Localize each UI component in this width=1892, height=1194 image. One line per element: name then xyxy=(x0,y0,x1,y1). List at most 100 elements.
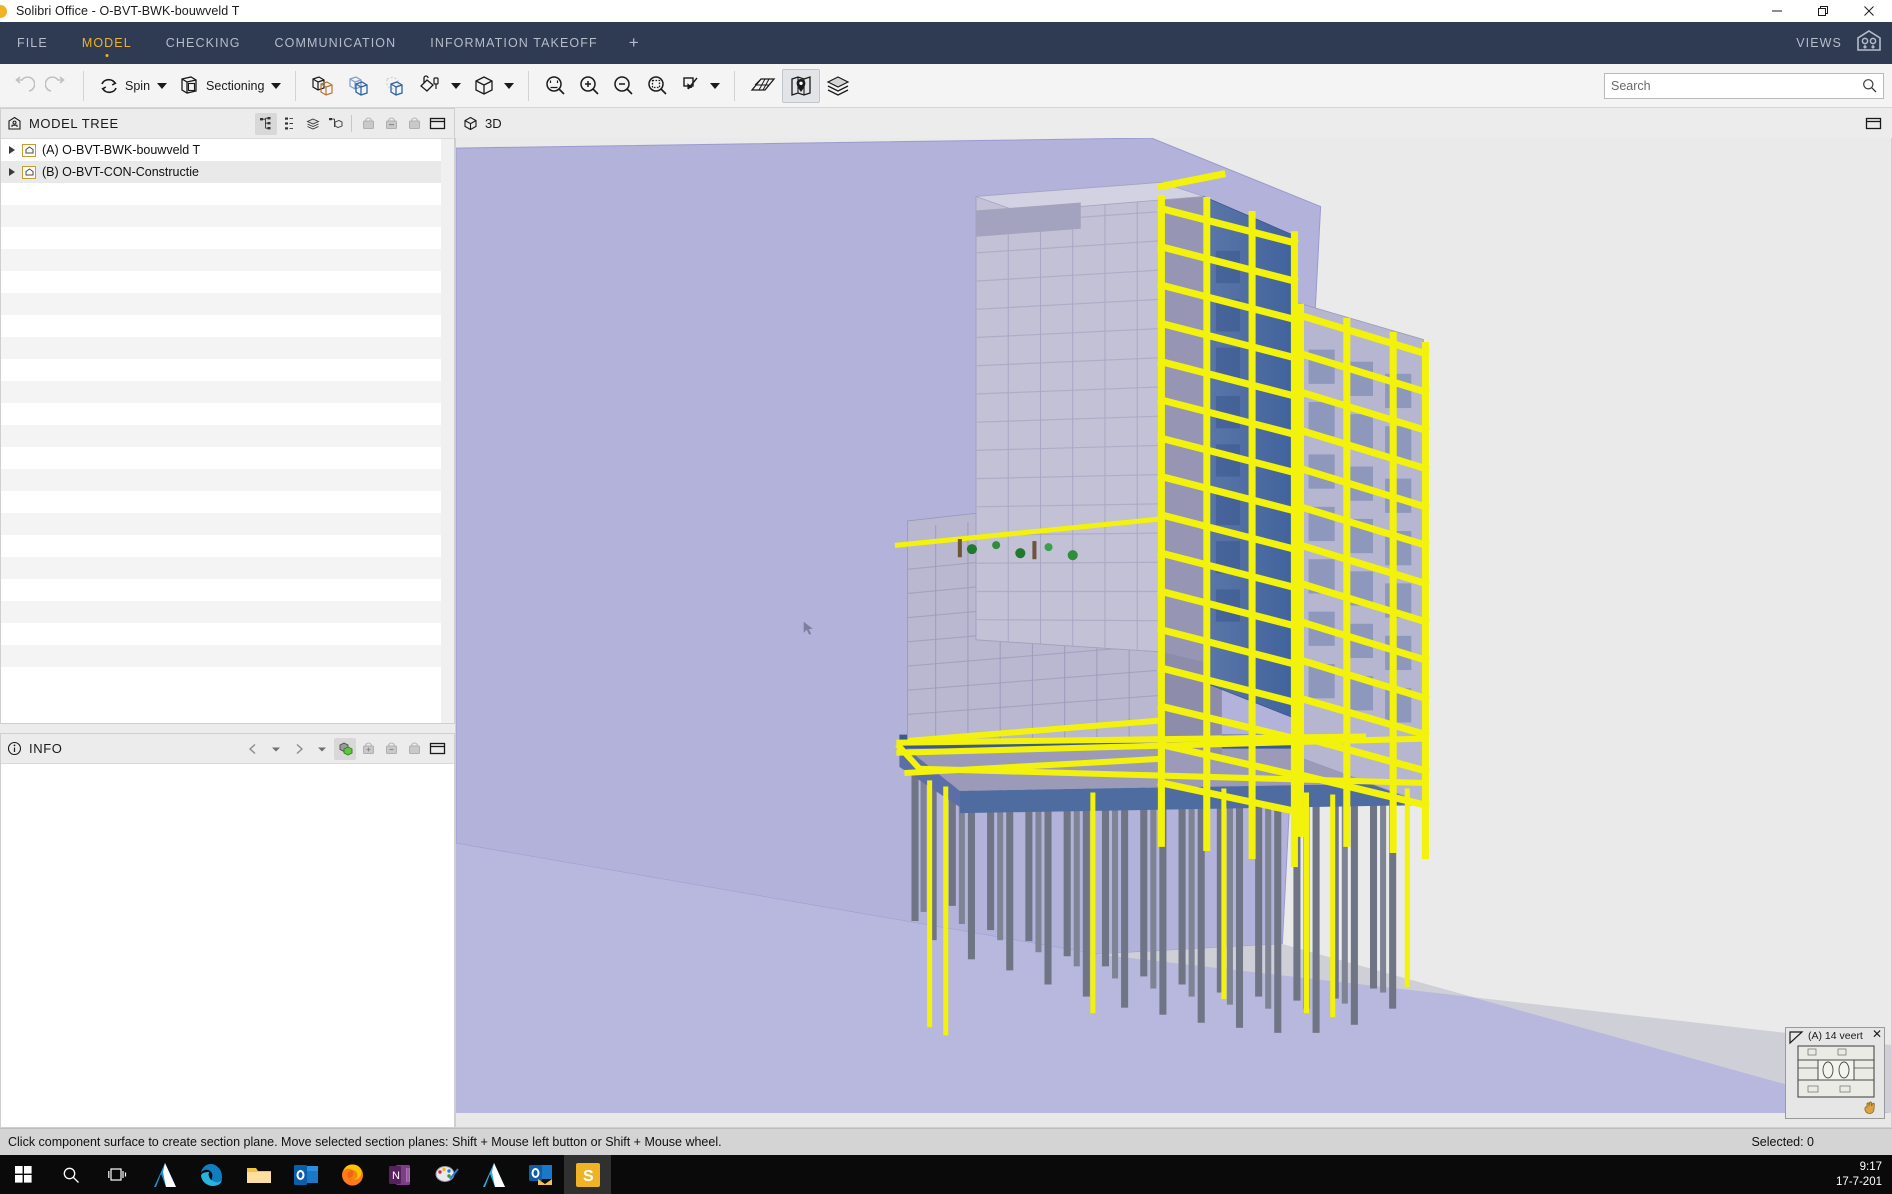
detach-panel-icon[interactable] xyxy=(1862,112,1884,134)
system-clock[interactable]: 9:17 17-7-201 xyxy=(1836,1160,1882,1190)
3d-viewport[interactable]: (A) 14 veert ✕ xyxy=(455,138,1892,1128)
model-tree-list[interactable]: (A) O-BVT-BWK-bouwveld T (B) O-BVT-CON-C… xyxy=(1,139,454,723)
chevron-down-icon[interactable] xyxy=(451,82,462,89)
minimize-button[interactable] xyxy=(1754,0,1800,22)
restore-button[interactable] xyxy=(1800,0,1846,22)
chevron-down-icon[interactable] xyxy=(504,82,515,89)
basket-remove-icon[interactable] xyxy=(380,113,402,135)
floorplan-thumbnail[interactable]: (A) 14 veert ✕ xyxy=(1785,1027,1885,1119)
redo-button[interactable] xyxy=(40,69,74,103)
close-button[interactable] xyxy=(1846,0,1892,22)
tree-row-empty[interactable] xyxy=(1,513,454,535)
previous-icon[interactable] xyxy=(242,738,264,760)
spin-button[interactable]: Spin xyxy=(93,69,172,103)
list-view-icon[interactable] xyxy=(278,113,300,135)
tree-row-empty[interactable] xyxy=(1,601,454,623)
menu-item-model[interactable]: MODEL xyxy=(65,22,149,64)
firefox-icon[interactable] xyxy=(329,1155,376,1194)
next-dropdown-icon[interactable] xyxy=(311,738,333,760)
start-button[interactable] xyxy=(0,1155,47,1194)
zoom-out-icon[interactable] xyxy=(606,69,640,103)
tree-row-empty[interactable] xyxy=(1,623,454,645)
zoom-in-icon[interactable] xyxy=(572,69,606,103)
tree-row-empty[interactable] xyxy=(1,425,454,447)
basket-icon[interactable] xyxy=(403,113,425,135)
basket-icon[interactable] xyxy=(403,738,425,760)
menu-item-communication[interactable]: COMMUNICATION xyxy=(258,22,414,64)
edge-icon[interactable] xyxy=(188,1155,235,1194)
tree-row-empty[interactable] xyxy=(1,491,454,513)
tree-row-empty[interactable] xyxy=(1,469,454,491)
tree-row-empty[interactable] xyxy=(1,183,454,205)
basket-add-icon[interactable] xyxy=(357,738,379,760)
show-only-icon[interactable] xyxy=(377,69,413,103)
tree-row-empty[interactable] xyxy=(1,227,454,249)
chevron-down-icon[interactable] xyxy=(271,82,282,89)
tree-row-empty[interactable] xyxy=(1,205,454,227)
basket-add-icon[interactable] xyxy=(357,113,379,135)
expand-arrow-icon[interactable] xyxy=(9,168,15,176)
revit-icon[interactable] xyxy=(141,1155,188,1194)
tree-row-empty[interactable] xyxy=(1,271,454,293)
zoom-area-icon[interactable] xyxy=(640,69,674,103)
tree-row-empty[interactable] xyxy=(1,249,454,271)
component-view-icon[interactable] xyxy=(324,113,346,135)
pick-component-icon[interactable] xyxy=(674,69,725,103)
tree-row-empty[interactable] xyxy=(1,447,454,469)
add-tab-button[interactable]: + xyxy=(615,22,653,64)
layers-icon[interactable] xyxy=(820,69,856,103)
transparent-components-icon[interactable] xyxy=(305,69,341,103)
tree-row-empty[interactable] xyxy=(1,667,454,689)
tree-row-empty[interactable] xyxy=(1,403,454,425)
detach-panel-icon[interactable] xyxy=(426,738,448,760)
tree-row-empty[interactable] xyxy=(1,337,454,359)
hierarchy-view-icon[interactable] xyxy=(255,112,277,135)
tree-row-empty[interactable] xyxy=(1,579,454,601)
location-marker-icon[interactable] xyxy=(782,68,821,103)
previous-dropdown-icon[interactable] xyxy=(265,738,287,760)
search-input[interactable]: Search xyxy=(1604,72,1884,99)
paint-components-icon[interactable] xyxy=(413,69,466,103)
next-icon[interactable] xyxy=(288,738,310,760)
solibri-icon[interactable]: S xyxy=(564,1155,611,1194)
solibri-views-icon[interactable] xyxy=(1856,29,1882,58)
pan-hand-icon[interactable] xyxy=(1862,1100,1880,1116)
menu-item-file[interactable]: FILE xyxy=(0,22,65,64)
3d-model-scene[interactable] xyxy=(456,138,1891,1114)
paint-icon[interactable] xyxy=(423,1155,470,1194)
component-info-icon[interactable] xyxy=(334,737,356,760)
view-cube-icon[interactable] xyxy=(466,69,519,103)
file-explorer-icon[interactable] xyxy=(235,1155,282,1194)
menu-item-checking[interactable]: CHECKING xyxy=(149,22,258,64)
zoom-fit-icon[interactable] xyxy=(538,69,572,103)
model-tree-scrollbar[interactable] xyxy=(441,139,454,723)
chevron-down-icon[interactable] xyxy=(157,82,168,89)
chevron-down-icon[interactable] xyxy=(710,82,721,89)
onenote-icon[interactable]: N xyxy=(376,1155,423,1194)
tree-row-empty[interactable] xyxy=(1,315,454,337)
basket-remove-icon[interactable] xyxy=(380,738,402,760)
tree-row-empty[interactable] xyxy=(1,359,454,381)
menu-item-information-takeoff[interactable]: INFORMATION TAKEOFF xyxy=(413,22,614,64)
views-label[interactable]: VIEWS xyxy=(1796,36,1842,50)
layers-view-icon[interactable] xyxy=(301,113,323,135)
task-view-icon[interactable] xyxy=(94,1155,141,1194)
hide-components-icon[interactable] xyxy=(341,69,377,103)
undo-button[interactable] xyxy=(6,69,40,103)
tree-row-empty[interactable] xyxy=(1,293,454,315)
tree-row-empty[interactable] xyxy=(1,535,454,557)
search-icon[interactable] xyxy=(1862,78,1877,93)
outlook-mail-icon[interactable] xyxy=(517,1155,564,1194)
tree-row-empty[interactable] xyxy=(1,381,454,403)
grid-icon[interactable] xyxy=(744,69,782,103)
sectioning-button[interactable]: Sectioning xyxy=(172,69,286,103)
expand-arrow-icon[interactable] xyxy=(9,146,15,154)
tree-row-empty[interactable] xyxy=(1,645,454,667)
tree-row[interactable]: (B) O-BVT-CON-Constructie xyxy=(1,161,454,183)
outlook-icon[interactable] xyxy=(282,1155,329,1194)
tree-row[interactable]: (A) O-BVT-BWK-bouwveld T xyxy=(1,139,454,161)
tree-row-empty[interactable] xyxy=(1,557,454,579)
revit-2-icon[interactable] xyxy=(470,1155,517,1194)
search-icon[interactable] xyxy=(47,1155,94,1194)
detach-panel-icon[interactable] xyxy=(426,113,448,135)
